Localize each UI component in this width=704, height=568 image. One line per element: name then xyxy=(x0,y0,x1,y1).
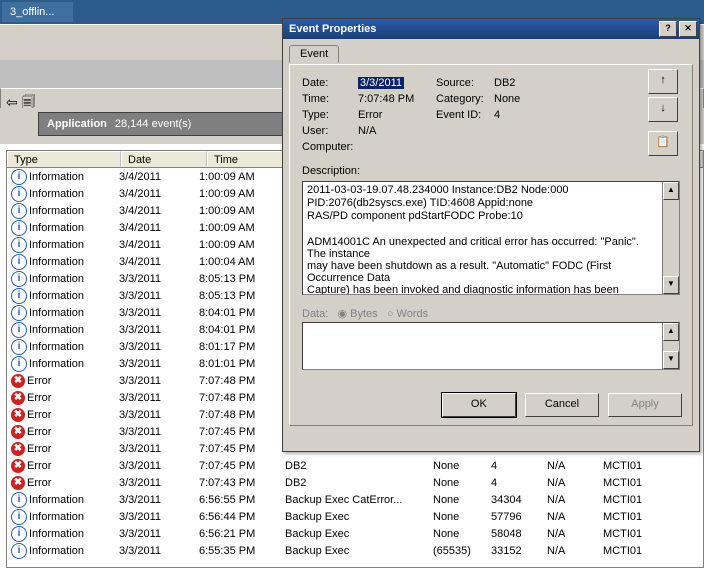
table-row[interactable]: ✖Error3/3/20117:07:45 PMDB2None4N/AMCTI0… xyxy=(7,457,703,474)
info-icon: i xyxy=(11,543,27,559)
value-computer xyxy=(358,141,436,153)
label-date: Date: xyxy=(302,77,358,89)
ok-button[interactable]: OK xyxy=(442,393,516,417)
data-scrollbar[interactable]: ▲ ▼ xyxy=(662,323,679,369)
info-icon: i xyxy=(11,237,27,253)
info-icon: i xyxy=(11,526,27,542)
channel-title: Application xyxy=(47,118,107,130)
info-icon: i xyxy=(11,254,27,270)
close-button[interactable]: ✕ xyxy=(679,21,697,37)
col-date[interactable]: Date xyxy=(121,151,207,167)
radio-bytes: ◉ Bytes xyxy=(337,308,377,320)
info-icon: i xyxy=(11,356,27,372)
label-data: Data: xyxy=(302,308,328,320)
table-row[interactable]: iInformation3/3/20116:56:44 PMBackup Exe… xyxy=(7,508,703,525)
cancel-button[interactable]: Cancel xyxy=(525,393,599,417)
label-description: Description: xyxy=(302,165,680,177)
info-icon: i xyxy=(11,203,27,219)
label-category: Category: xyxy=(436,93,494,105)
label-user: User: xyxy=(302,125,358,137)
scroll-down-icon[interactable]: ▼ xyxy=(663,351,679,369)
value-type: Error xyxy=(358,109,436,121)
radio-words: ○ Words xyxy=(387,308,428,320)
label-source: Source: xyxy=(436,77,494,89)
info-icon: i xyxy=(11,169,27,185)
error-icon: ✖ xyxy=(11,442,25,456)
nav-down-button[interactable]: ↓ xyxy=(648,97,678,122)
value-date: 3/3/2011 xyxy=(358,77,436,89)
info-icon: i xyxy=(11,220,27,236)
copy-button[interactable]: 📋 xyxy=(648,131,678,156)
help-button[interactable]: ? xyxy=(659,21,677,37)
apply-button[interactable]: Apply xyxy=(608,393,682,417)
scroll-up-icon[interactable]: ▲ xyxy=(663,323,679,341)
description-scrollbar[interactable]: ▲ ▼ xyxy=(662,182,679,294)
label-computer: Computer: xyxy=(302,141,358,153)
description-box[interactable]: 2011-03-03-19.07.48.234000 Instance:DB2 … xyxy=(302,181,680,295)
info-icon: i xyxy=(11,509,27,525)
value-source: DB2 xyxy=(494,77,534,89)
dialog-title: Event Properties xyxy=(289,23,376,35)
table-row[interactable]: iInformation3/3/20116:56:21 PMBackup Exe… xyxy=(7,525,703,542)
info-icon: i xyxy=(11,339,27,355)
table-row[interactable]: iInformation3/3/20116:56:55 PMBackup Exe… xyxy=(7,491,703,508)
error-icon: ✖ xyxy=(11,391,25,405)
col-type[interactable]: Type xyxy=(7,151,121,167)
event-properties-dialog: Event Properties ? ✕ Event ↑ ↓ 📋 Date: 3… xyxy=(282,18,700,452)
error-icon: ✖ xyxy=(11,408,25,422)
error-icon: ✖ xyxy=(11,459,25,473)
data-box[interactable]: ▲ ▼ xyxy=(302,322,680,370)
info-icon: i xyxy=(11,271,27,287)
table-row[interactable]: ✖Error3/3/20117:07:43 PMDB2None4N/AMCTI0… xyxy=(7,474,703,491)
label-type: Type: xyxy=(302,109,358,121)
error-icon: ✖ xyxy=(11,374,25,388)
error-icon: ✖ xyxy=(11,476,25,490)
label-time: Time: xyxy=(302,93,358,105)
info-icon: i xyxy=(11,288,27,304)
info-icon: i xyxy=(11,305,27,321)
dialog-titlebar[interactable]: Event Properties ? ✕ xyxy=(283,19,699,39)
info-icon: i xyxy=(11,186,27,202)
error-icon: ✖ xyxy=(11,425,25,439)
scroll-down-icon[interactable]: ▼ xyxy=(663,276,679,294)
nav-up-button[interactable]: ↑ xyxy=(648,69,678,94)
label-eventid: Event ID: xyxy=(436,109,494,121)
value-time: 7:07:48 PM xyxy=(358,93,436,105)
scroll-up-icon[interactable]: ▲ xyxy=(663,182,679,200)
taskbar-item[interactable]: 3_offlin... xyxy=(2,2,73,22)
table-row[interactable]: iInformation3/3/20116:55:35 PMBackup Exe… xyxy=(7,542,703,559)
info-icon: i xyxy=(11,492,27,508)
value-eventid: 4 xyxy=(494,109,534,121)
value-user: N/A xyxy=(358,125,436,137)
event-count: 28,144 event(s) xyxy=(115,118,191,130)
info-icon: i xyxy=(11,322,27,338)
value-category: None xyxy=(494,93,534,105)
tab-event[interactable]: Event xyxy=(289,45,339,63)
